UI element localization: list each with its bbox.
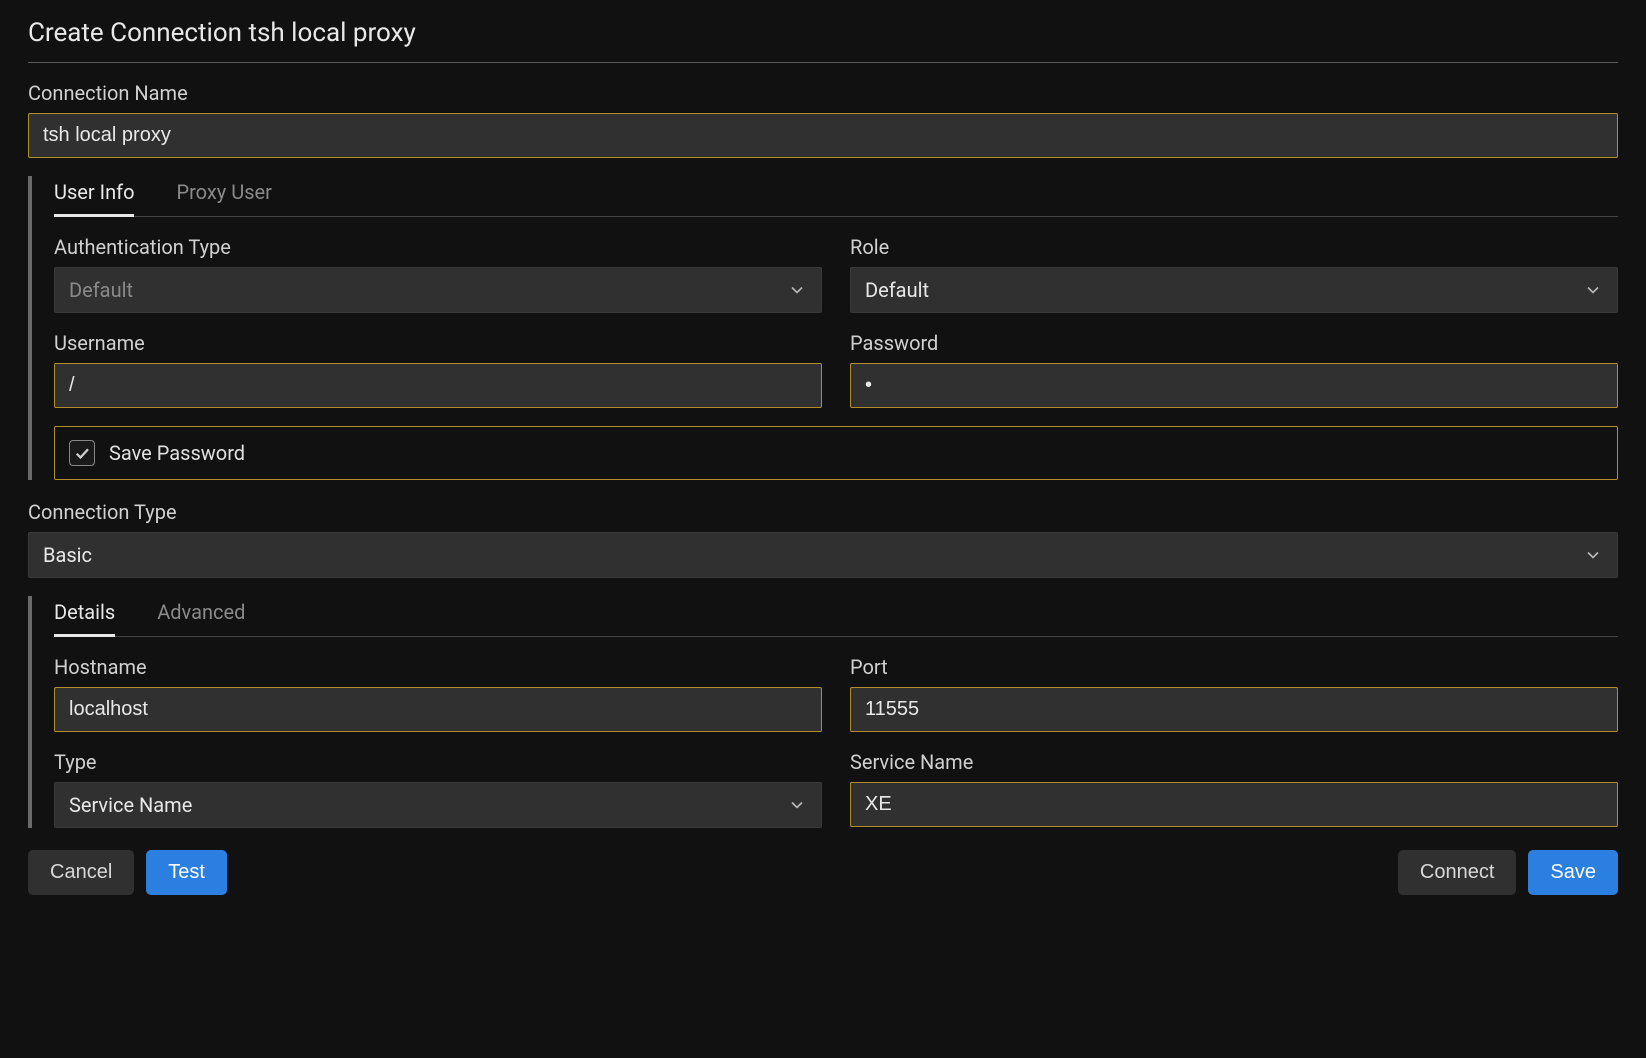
role-group: Role Default <box>850 235 1618 313</box>
hostname-group: Hostname <box>54 655 822 732</box>
right-button-group: Connect Save <box>1398 850 1618 895</box>
connection-type-group: Connection Type Basic <box>28 500 1618 578</box>
username-group: Username <box>54 331 822 408</box>
port-input[interactable] <box>850 687 1618 732</box>
dialog-title: Create Connection tsh local proxy <box>28 18 1618 63</box>
save-password-row[interactable]: Save Password <box>54 426 1618 480</box>
button-row: Cancel Test Connect Save <box>28 850 1618 895</box>
cancel-button[interactable]: Cancel <box>28 850 134 895</box>
type-select[interactable]: Service Name <box>54 782 822 828</box>
test-button[interactable]: Test <box>146 850 227 895</box>
user-info-tabs: User Info Proxy User <box>54 176 1618 217</box>
auth-type-group: Authentication Type Default <box>54 235 822 313</box>
connection-name-label: Connection Name <box>28 81 1618 105</box>
password-label: Password <box>850 331 1618 355</box>
details-section: Details Advanced Hostname Port Type Serv… <box>28 596 1618 828</box>
username-input[interactable] <box>54 363 822 408</box>
auth-type-select: Default <box>54 267 822 313</box>
connection-name-group: Connection Name <box>28 81 1618 158</box>
chevron-down-icon <box>787 280 807 300</box>
save-button[interactable]: Save <box>1528 850 1618 895</box>
username-label: Username <box>54 331 822 355</box>
type-group: Type Service Name <box>54 750 822 828</box>
hostname-input[interactable] <box>54 687 822 732</box>
role-value: Default <box>865 278 929 302</box>
save-password-label: Save Password <box>109 441 245 465</box>
tab-advanced[interactable]: Advanced <box>157 596 245 637</box>
hostname-label: Hostname <box>54 655 822 679</box>
connection-type-value: Basic <box>43 543 92 567</box>
password-group: Password <box>850 331 1618 408</box>
save-password-checkbox[interactable] <box>69 440 95 466</box>
chevron-down-icon <box>787 795 807 815</box>
role-label: Role <box>850 235 1618 259</box>
port-label: Port <box>850 655 1618 679</box>
chevron-down-icon <box>1583 545 1603 565</box>
auth-type-value: Default <box>69 278 133 302</box>
service-name-input[interactable] <box>850 782 1618 827</box>
type-label: Type <box>54 750 822 774</box>
service-name-group: Service Name <box>850 750 1618 827</box>
tab-details[interactable]: Details <box>54 596 115 637</box>
role-select[interactable]: Default <box>850 267 1618 313</box>
service-name-label: Service Name <box>850 750 1618 774</box>
tab-user-info[interactable]: User Info <box>54 176 134 217</box>
connection-type-label: Connection Type <box>28 500 1618 524</box>
password-input[interactable] <box>850 363 1618 408</box>
type-value: Service Name <box>69 793 192 817</box>
user-info-section: User Info Proxy User Authentication Type… <box>28 176 1618 480</box>
connection-type-select[interactable]: Basic <box>28 532 1618 578</box>
connect-button[interactable]: Connect <box>1398 850 1517 895</box>
chevron-down-icon <box>1583 280 1603 300</box>
left-button-group: Cancel Test <box>28 850 227 895</box>
connection-name-input[interactable] <box>28 113 1618 158</box>
details-tabs: Details Advanced <box>54 596 1618 637</box>
auth-type-label: Authentication Type <box>54 235 822 259</box>
port-group: Port <box>850 655 1618 732</box>
tab-proxy-user[interactable]: Proxy User <box>176 176 271 217</box>
